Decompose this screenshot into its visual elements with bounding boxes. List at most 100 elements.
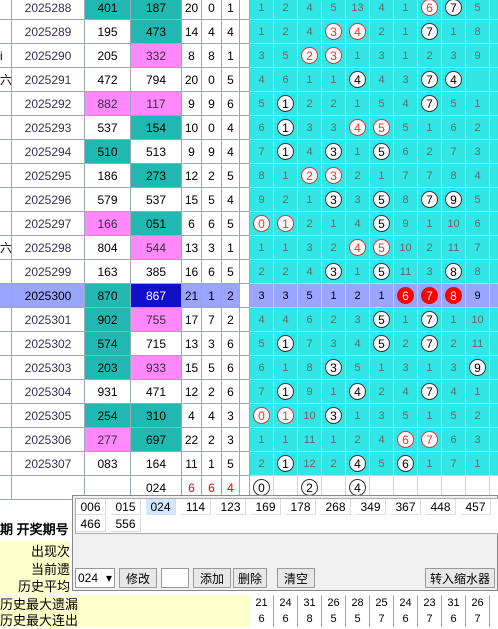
- trend-cell: 5: [370, 236, 394, 260]
- trend-cell: 5: [370, 212, 394, 236]
- row-weekday: [0, 284, 12, 308]
- table-row[interactable]: 2025302 574 715 13 3 6 5 1 7 3 4 5 2 7 2 11: [0, 332, 498, 356]
- trend-cell: 3: [394, 356, 418, 380]
- trend-cell: 5: [370, 140, 394, 164]
- trend-cell: 9: [250, 188, 274, 212]
- table-row[interactable]: 六 2025291 472 794 20 0 5 4 6 1 1 4 4 3 7 4: [0, 68, 498, 92]
- chip-item[interactable]: 268: [321, 499, 351, 515]
- trend-cell: 2: [346, 428, 370, 452]
- stat-value: 6: [222, 92, 240, 116]
- number-ball: 7: [421, 71, 438, 88]
- table-row[interactable]: 2025299 163 385 16 6 5 2 2 4 3 1 5 11 3 8 8: [0, 260, 498, 284]
- trend-cell: 6: [442, 116, 466, 140]
- trend-cell: 3: [274, 284, 298, 308]
- trial-number: 931: [85, 380, 131, 404]
- spacer: [240, 0, 250, 20]
- table-row[interactable]: 2025306 277 697 22 2 3 1 1 11 1 2 4 6 7 6 3: [0, 428, 498, 452]
- table-row[interactable]: 2025301 902 755 17 7 2 4 4 6 2 3 5 1 7 1 10: [0, 308, 498, 332]
- chip-item[interactable]: 015: [111, 499, 141, 515]
- number-ball: 1: [277, 215, 294, 232]
- trend-cell: 1: [250, 0, 274, 20]
- shrink-button[interactable]: 转入缩水器: [425, 568, 495, 588]
- number-ball: 0: [253, 407, 270, 424]
- issue-number: 2025289: [12, 20, 85, 44]
- table-row[interactable]: 2025304 931 471 12 2 6 7 1 9 1 4 2 4 7 4 1: [0, 380, 498, 404]
- trend-cell: 7: [418, 332, 442, 356]
- stat-value: 5: [222, 260, 240, 284]
- chip-item[interactable]: 024: [146, 499, 176, 515]
- trend-cell: 3: [322, 20, 346, 44]
- trend-cell: [466, 68, 490, 92]
- trend-cell: 5: [370, 260, 394, 284]
- table-row[interactable]: 2025297 166 051 6 6 5 0 1 2 1 4 5 9 1 10 6: [0, 212, 498, 236]
- table-row[interactable]: 2025295 186 273 12 2 5 8 1 2 3 2 1 7 7 8 4: [0, 164, 498, 188]
- draw-number: 794: [131, 68, 182, 92]
- number-ball: 3: [325, 359, 342, 376]
- table-row[interactable]: 2025303 203 933 15 5 6 6 1 8 3 5 1 3 1 3 9: [0, 356, 498, 380]
- table-row[interactable]: 2025307 083 164 11 1 5 2 1 12 2 4 5 6 1 7 1: [0, 452, 498, 476]
- trend-cell: 2: [346, 164, 370, 188]
- table-row[interactable]: i 2025290 205 332 8 8 1 3 5 2 3 1 3 1 2 3 9: [0, 44, 498, 68]
- table-row[interactable]: 六 2025298 804 544 13 3 1 1 1 3 2 4 5 10 2 11 7: [0, 236, 498, 260]
- chip-item[interactable]: 349: [356, 499, 386, 515]
- stat-value: 6: [442, 611, 466, 627]
- chip-item[interactable]: 367: [391, 499, 421, 515]
- trend-cell: 2: [274, 188, 298, 212]
- trial-number: 083: [85, 452, 131, 476]
- stat-value: 7: [418, 611, 442, 627]
- stat-value: 7: [202, 308, 222, 332]
- chip-item[interactable]: 169: [251, 499, 281, 515]
- table-row[interactable]: 2025292 882 117 9 9 6 5 1 2 2 1 5 4 7 5 1: [0, 92, 498, 116]
- stat-value: 22: [182, 428, 202, 452]
- trend-cell: 4: [250, 308, 274, 332]
- row-weekday: [0, 380, 12, 404]
- trend-cell: 5: [346, 356, 370, 380]
- trend-cell: 3: [298, 236, 322, 260]
- stat-value: 6: [202, 260, 222, 284]
- chip-item[interactable]: 006: [76, 499, 106, 515]
- spacer: [240, 140, 250, 164]
- chip-item[interactable]: 114: [181, 499, 211, 515]
- chip-item[interactable]: 556: [111, 516, 141, 532]
- draw-number: 164: [131, 452, 182, 476]
- trend-cell: 2: [322, 236, 346, 260]
- chip-item[interactable]: 123: [216, 499, 246, 515]
- chip-item[interactable]: 466: [76, 516, 106, 532]
- table-row[interactable]: 2025294 510 513 9 9 4 7 1 4 3 1 5 6 2 7 3: [0, 140, 498, 164]
- edit-button[interactable]: 修改: [119, 568, 157, 588]
- stat-value: 14: [182, 20, 202, 44]
- spacer: [240, 380, 250, 404]
- stat-value: 31: [442, 595, 466, 611]
- trend-cell: 5: [322, 0, 346, 20]
- delete-button[interactable]: 删除: [233, 568, 267, 588]
- row-weekday: [0, 308, 12, 332]
- trend-cell: 4: [394, 92, 418, 116]
- number-ball: 7: [421, 383, 438, 400]
- number-input[interactable]: [161, 568, 189, 588]
- table-row[interactable]: 2025305 254 310 4 4 3 0 1 10 3 1 3 5 1 5 2: [0, 404, 498, 428]
- stat-row: 历史最大连出66855767675: [0, 611, 498, 628]
- trend-cell: 8: [442, 284, 466, 308]
- table-row[interactable]: 2025296 579 537 15 5 4 9 2 1 3 3 5 8 7 9 5: [0, 188, 498, 212]
- number-ball: 9: [445, 191, 462, 208]
- number-ball: 5: [373, 311, 390, 328]
- number-ball: 2: [301, 479, 318, 496]
- trend-cell: 1: [298, 188, 322, 212]
- table-row[interactable]: 2025289 195 473 14 4 4 1 2 4 3 4 2 1 7 1 8: [0, 20, 498, 44]
- issue-number: 2025288: [12, 0, 85, 20]
- number-select[interactable]: 024 ▾: [75, 568, 115, 588]
- table-row[interactable]: 2025288 401 187 20 0 1 1 2 4 5 13 4 1 6 7 5: [0, 0, 498, 20]
- table-row[interactable]: 2025293 537 154 10 0 4 6 1 3 3 4 5 5 1 6 2: [0, 116, 498, 140]
- chip-item[interactable]: 178: [286, 499, 316, 515]
- stat-value: 6: [222, 332, 240, 356]
- chevron-down-icon: ▾: [105, 571, 112, 585]
- add-button[interactable]: 添加: [193, 568, 231, 588]
- table-row[interactable]: 2025300 870 867 21 1 2 3 3 5 1 2 1 6 7 8 9: [0, 284, 498, 308]
- trend-cell: 1: [274, 140, 298, 164]
- trend-cell: 1: [346, 140, 370, 164]
- trend-cell: 6: [418, 0, 442, 20]
- chip-item[interactable]: 448: [426, 499, 456, 515]
- chip-item[interactable]: 457: [461, 499, 491, 515]
- clear-button[interactable]: 清空: [277, 568, 315, 588]
- number-ball: 6: [397, 431, 414, 448]
